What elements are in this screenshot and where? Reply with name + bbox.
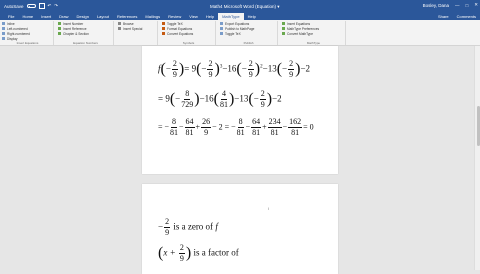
ribbon-group-label: Insert Equations (16, 41, 39, 45)
user-name[interactable]: Bosley, Dana (423, 3, 449, 8)
title-bar: AutoSave ↶ ↷ Math4 Microsoft Word (Equat… (0, 0, 480, 12)
command-icon (162, 32, 165, 35)
comments-button[interactable]: Comments (457, 14, 476, 19)
command-icon (220, 27, 223, 30)
ribbon-group-label: Equation Numbers (73, 41, 98, 45)
command-icon (282, 22, 285, 25)
maximize-icon[interactable]: □ (466, 3, 469, 8)
command-label: Insert Equations (287, 21, 311, 26)
command-icon (2, 27, 5, 30)
command-icon (58, 32, 61, 35)
command-icon (58, 27, 61, 30)
zero-statement[interactable]: −2 9 is a zero of f (158, 218, 218, 237)
undo-icon[interactable]: ↶ (48, 3, 52, 9)
command-label: Insert Reference (63, 26, 87, 31)
document-area: f(− 2 9)= 9(− 2 9)3−16(− 2 9)2−13(− 2 9)−2 = 9(−… (0, 46, 480, 274)
ribbon-command[interactable]: Chapter & Section (58, 31, 113, 36)
command-label: Inline (7, 21, 15, 26)
command-icon (118, 22, 121, 25)
minimize-icon[interactable]: — (455, 3, 460, 8)
ribbon-command[interactable]: Toggle TeX (220, 31, 277, 36)
autosave-toggle[interactable] (26, 4, 36, 8)
command-icon (162, 27, 165, 30)
command-icon (162, 22, 165, 25)
window-title: Math4 Microsoft Word (Equation) ▾ (210, 3, 280, 9)
command-icon (2, 32, 5, 35)
command-icon (282, 32, 285, 35)
share-button[interactable]: Share (438, 14, 449, 19)
ribbon-tabs: File Home Insert Draw Design Layout References… (0, 12, 480, 21)
equation-line-3[interactable]: = −8 81−64 81 +26 9− 2 = −8 81−64 81 +234 81−162… (158, 118, 314, 137)
ribbon-group-2: Browse Insert Special (118, 21, 158, 45)
command-icon (220, 32, 223, 35)
close-icon[interactable]: ✕ (474, 2, 478, 8)
redo-icon[interactable]: ↷ (54, 3, 58, 9)
command-icon (220, 22, 223, 25)
command-label: Left-numbered (7, 26, 28, 31)
equation-line-2[interactable]: = 9(− 8 729)−16(4 81)−13(− 2 9)−2 (158, 90, 282, 109)
command-icon (118, 27, 121, 30)
ribbon-command[interactable]: Convert MathType (282, 31, 345, 36)
command-label: Toggle TeX (167, 21, 183, 26)
command-label: Display (7, 36, 18, 41)
ribbon-group-label: Publish (243, 41, 254, 45)
equation-line-1[interactable]: f(− 2 9)= 9(− 2 9)3−16(− 2 9)2−13(− 2 9)−2 (158, 60, 310, 79)
page-2: I −2 9 is a zero of f (x + 2 9) is a facto… (142, 184, 338, 274)
command-icon (282, 27, 285, 30)
command-label: Right-numbered (7, 31, 30, 36)
scrollbar-thumb[interactable] (476, 106, 480, 146)
mouse-cursor: I (268, 206, 270, 211)
vertical-scrollbar[interactable] (474, 46, 480, 270)
ribbon-group-label: MathType (306, 41, 321, 45)
command-label: Browse (123, 21, 134, 26)
command-label: Toggle TeX (225, 31, 241, 36)
command-label: Export Equations (225, 21, 250, 26)
command-label: MathType Preferences (287, 26, 320, 31)
ribbon-group-3: Toggle TeX Format Equations Convert Equati… (162, 21, 216, 45)
command-label: Chapter & Section (63, 31, 89, 36)
command-label: Insert Special (123, 26, 143, 31)
command-label: Insert Number (63, 21, 84, 26)
ribbon-command[interactable]: Convert Equations (162, 31, 215, 36)
ribbon-group-label: Symbols (182, 41, 195, 45)
command-icon (2, 22, 5, 25)
command-icon (2, 37, 5, 40)
ribbon: Inline Left-numbered Right-numbered Display… (0, 20, 480, 46)
ribbon-group-4: Export Equations Publish to MathPage Toggl… (220, 21, 278, 45)
command-label: Publish to MathPage (225, 26, 255, 31)
page-1: f(− 2 9)= 9(− 2 9)3−16(− 2 9)2−13(− 2 9)−2 = 9(−… (142, 46, 338, 174)
ribbon-group-0: Inline Left-numbered Right-numbered Display… (2, 21, 54, 45)
autosave-label: AutoSave (4, 3, 24, 9)
command-label: Format Equations (167, 26, 193, 31)
command-label: Convert MathType (287, 31, 314, 36)
ribbon-command[interactable]: Insert Special (118, 26, 157, 31)
command-label: Convert Equations (167, 31, 194, 36)
factor-statement[interactable]: (x + 2 9) is a factor of (158, 244, 239, 263)
save-icon[interactable] (38, 3, 45, 9)
command-icon (58, 22, 61, 25)
ribbon-group-1: Insert Number Insert Reference Chapter & S… (58, 21, 114, 45)
ribbon-group-5: Insert Equations MathType Preferences Conv… (282, 21, 346, 45)
